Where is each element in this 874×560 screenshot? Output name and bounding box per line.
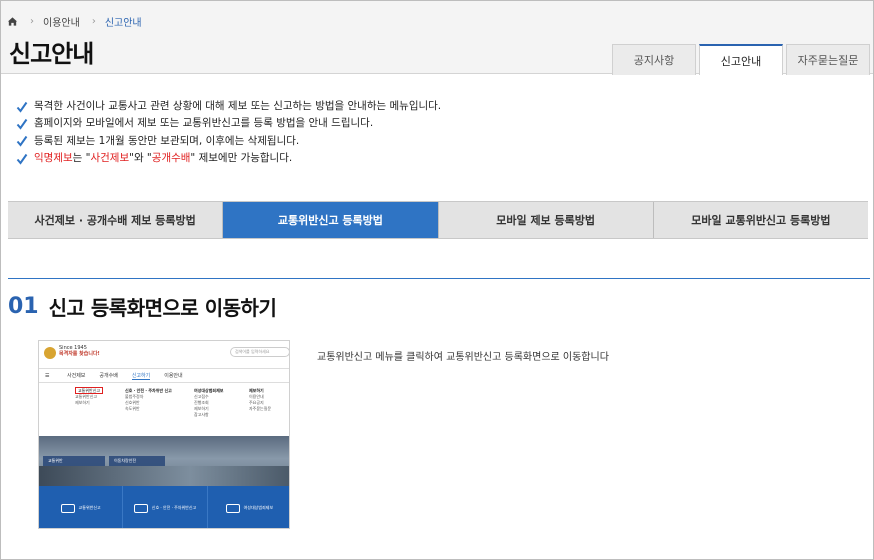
thumb-bottom-label: 여성대상범죄제보 bbox=[243, 505, 274, 510]
notice-text-fragment: "와 " bbox=[129, 151, 152, 164]
notice-item: 홈페이지와 모바일에서 제보 또는 교통위반신고를 등록 방법을 안내 드립니다… bbox=[16, 115, 441, 132]
breadcrumb-separator-icon: › bbox=[30, 15, 34, 27]
thumb-col-item: 자주묻는질문 bbox=[249, 406, 272, 411]
thumb-col-item: 제보하기 bbox=[75, 400, 90, 405]
notice-text: 등록된 제보는 1개월 동안만 보관되며, 이후에는 삭제됩니다. bbox=[34, 134, 300, 147]
thumb-dropdown: 교통위반신고 교통위반신고 제보하기 신호 · 안전 · 주차위반 신고 불법주… bbox=[39, 383, 289, 436]
home-icon[interactable] bbox=[7, 16, 18, 27]
method-tab-traffic[interactable]: 교통위반신고 등록방법 bbox=[223, 202, 439, 238]
truck-icon bbox=[60, 503, 75, 513]
notice-item: 목격한 사건이나 교통사고 관련 상황에 대해 제보 또는 신고하는 방법을 안… bbox=[16, 98, 441, 115]
thumb-nav-item: 이용안내 bbox=[164, 373, 183, 379]
step-title: 신고 등록화면으로 이동하기 bbox=[48, 296, 277, 320]
method-tab-mobile[interactable]: 모바일 제보 등록방법 bbox=[438, 202, 654, 238]
incident-report-label: 사건제보 bbox=[90, 151, 130, 164]
thumb-col-item: 참고사항 bbox=[194, 412, 209, 417]
thumb-nav-item: 신고하기 bbox=[131, 372, 151, 380]
tab-bar: 공지사항 신고안내 자주묻는질문 bbox=[612, 44, 870, 75]
notice-item: 등록된 제보는 1개월 동안만 보관되며, 이후에는 삭제됩니다. bbox=[16, 133, 441, 150]
section-divider bbox=[8, 278, 870, 279]
breadcrumb-separator-icon: › bbox=[91, 15, 96, 27]
thumb-bottom-label: 교통위반신고 bbox=[78, 505, 101, 510]
tab-faq[interactable]: 자주묻는질문 bbox=[786, 44, 870, 75]
police-logo-icon bbox=[44, 347, 56, 359]
check-icon bbox=[16, 153, 28, 165]
method-tabs: 사건제보 · 공개수배 제보 등록방법 교통위반신고 등록방법 모바일 제보 등… bbox=[8, 201, 868, 239]
menu-icon: ☰ bbox=[45, 372, 50, 379]
notice-text: 홈페이지와 모바일에서 제보 또는 교통위반신고를 등록 방법을 안내 드립니다… bbox=[34, 117, 374, 130]
car-icon bbox=[133, 503, 148, 513]
notice-item: 익명제보는 "사건제보"와 "공개수배" 제보에만 가능합니다. bbox=[16, 150, 441, 167]
notice-text-fragment: " 제보에만 가능합니다. bbox=[190, 151, 293, 164]
breadcrumb: › 이용안내 › 신고안내 bbox=[7, 14, 142, 29]
breadcrumb-item-guide[interactable]: 이용안내 bbox=[43, 14, 80, 29]
method-tab-incident[interactable]: 사건제보 · 공개수배 제보 등록방법 bbox=[8, 202, 224, 238]
notice-text: 익명제보는 "사건제보"와 "공개수배" 제보에만 가능합니다. bbox=[34, 150, 292, 167]
thumb-col: 신호 · 안전 · 주차위반 신고 불법주정차 신호위반 속도위반 bbox=[125, 388, 172, 412]
thumb-bottom-item: 교통위반신고 bbox=[39, 486, 124, 528]
thumb-hero-button: 교통위반 bbox=[43, 456, 105, 466]
thumb-bottom-item: 여성대상범죄제보 bbox=[208, 486, 289, 528]
thumb-road-image bbox=[39, 466, 289, 486]
thumb-nav-item: 공개수배 bbox=[99, 373, 118, 379]
thumb-search-input: 검색어를 입력하세요 bbox=[230, 347, 289, 357]
step-heading: 01 신고 등록화면으로 이동하기 bbox=[8, 292, 277, 321]
notice-list: 목격한 사건이나 교통사고 관련 상황에 대해 제보 또는 신고하는 방법을 안… bbox=[16, 98, 441, 167]
thumb-header: Since 1945 목격자를 찾습니다! 검색어를 입력하세요 bbox=[39, 341, 289, 368]
check-icon bbox=[16, 136, 28, 147]
thumb-bottom-label: 신호 · 안전 · 주차위반신고 bbox=[151, 505, 197, 510]
step-screenshot: Since 1945 목격자를 찾습니다! 검색어를 입력하세요 ☰ 사건제보 … bbox=[38, 340, 290, 529]
breadcrumb-item-report-guide[interactable]: 신고안내 bbox=[105, 14, 142, 29]
thumb-hero-button: 이동차량안전 bbox=[109, 456, 165, 466]
anonymous-report-label: 익명제보 bbox=[34, 151, 73, 164]
step-number: 01 bbox=[8, 294, 39, 319]
check-icon bbox=[16, 101, 28, 113]
thumb-nav: ☰ 사건제보 공개수배 신고하기 이용안내 bbox=[39, 368, 289, 383]
report-icon bbox=[225, 503, 240, 513]
thumb-bottom-bar: 교통위반신고 신호 · 안전 · 주차위반신고 여성대상범죄제보 bbox=[39, 486, 289, 528]
thumb-nav-item: 사건제보 bbox=[67, 373, 86, 379]
thumb-col: 제보하기 이용안내 주요공지 자주묻는질문 bbox=[249, 388, 271, 412]
thumb-col: 교통위반신고 교통위반신고 제보하기 bbox=[75, 387, 104, 406]
page-title: 신고안내 bbox=[9, 40, 94, 68]
thumb-bottom-item: 신호 · 안전 · 주차위반신고 bbox=[123, 486, 208, 528]
tab-report-guide[interactable]: 신고안내 bbox=[699, 44, 783, 75]
wanted-notice-label: 공개수배 bbox=[151, 151, 191, 164]
thumb-logo-line: 목격자를 찾습니다! bbox=[59, 351, 100, 357]
tab-notices[interactable]: 공지사항 bbox=[612, 44, 696, 75]
page-frame: › 이용안내 › 신고안내 신고안내 공지사항 신고안내 자주묻는질문 목격한 … bbox=[0, 0, 874, 560]
thumb-hero-image: 교통위반 이동차량안전 bbox=[39, 436, 289, 486]
step-description: 교통위반신고 메뉴를 클릭하여 교통위반신고 등록화면으로 이동합니다 bbox=[317, 352, 609, 363]
thumb-highlight-box: 교통위반신고 bbox=[75, 387, 104, 394]
thumb-logo-text: Since 1945 목격자를 찾습니다! bbox=[59, 345, 100, 357]
method-tab-mobile-traffic[interactable]: 모바일 교통위반신고 등록방법 bbox=[653, 202, 868, 238]
thumb-col-item: 속도위반 bbox=[125, 406, 140, 411]
thumb-col: 여성대상범죄제보 신고접수 진행조회 제보하기 참고사항 bbox=[194, 388, 223, 418]
notice-text-fragment: 는 " bbox=[72, 151, 91, 164]
notice-text: 목격한 사건이나 교통사고 관련 상황에 대해 제보 또는 신고하는 방법을 안… bbox=[34, 100, 442, 112]
check-icon bbox=[16, 118, 28, 130]
